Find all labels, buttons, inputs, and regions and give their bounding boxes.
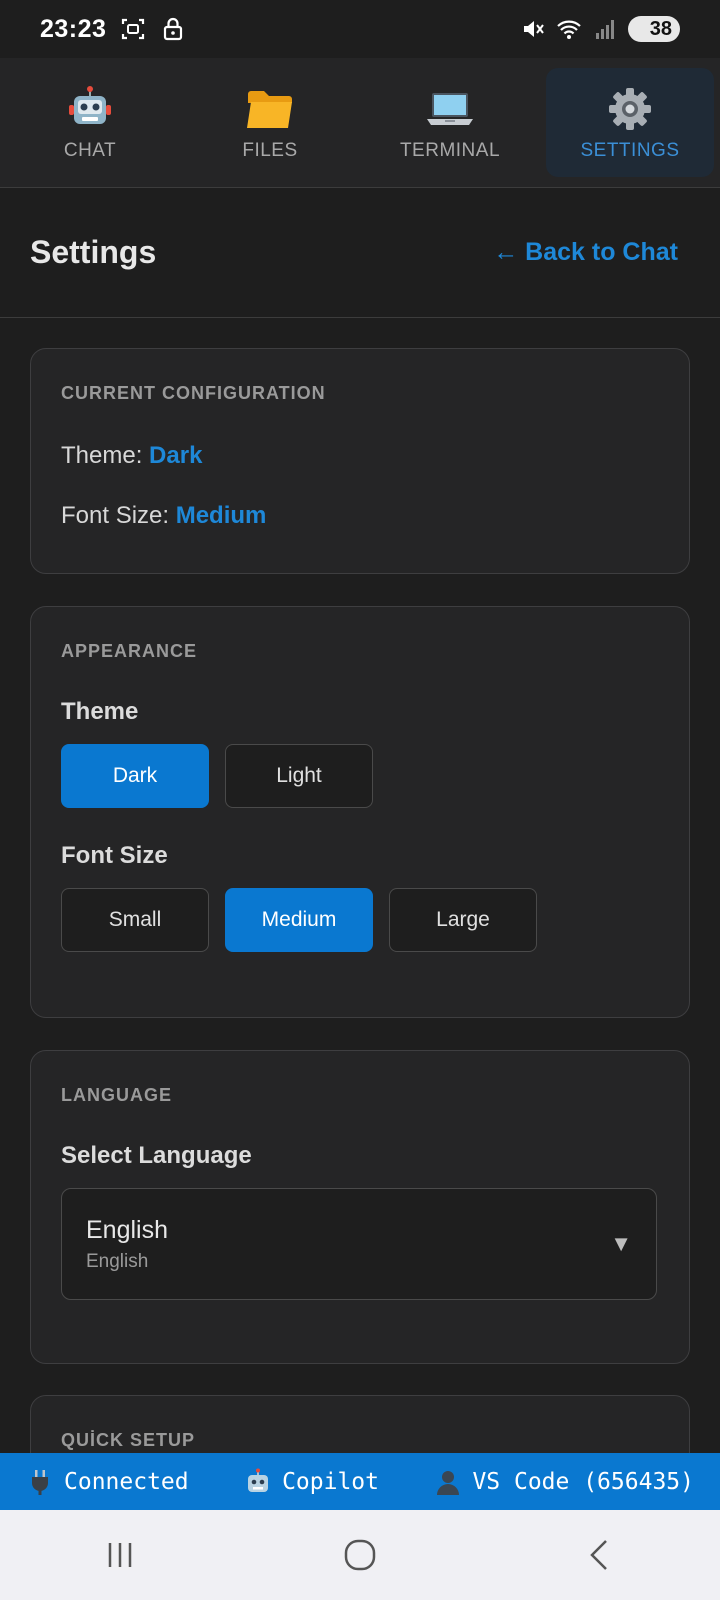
font-medium-button[interactable]: Medium: [225, 888, 373, 952]
gear-icon: [605, 84, 655, 134]
card-title: APPEARANCE: [61, 641, 198, 661]
signal-icon: [596, 20, 614, 39]
theme-light-button[interactable]: Light: [225, 744, 373, 808]
current-theme-row: Theme: Dark: [61, 442, 659, 470]
language-selected-name: English: [86, 1215, 168, 1244]
tab-settings[interactable]: SETTINGS: [546, 68, 714, 177]
connection-status-bar: Connected Copilot VS Code (656435): [0, 1453, 720, 1510]
recent-apps-icon[interactable]: [100, 1535, 140, 1575]
back-to-chat-link[interactable]: ← Back to Chat: [493, 238, 678, 267]
card-title: QUİCK SETUP: [61, 1430, 196, 1450]
plug-icon: [32, 1469, 48, 1495]
settings-header: Settings ← Back to Chat: [0, 188, 720, 318]
language-select[interactable]: English English ▼: [61, 1188, 657, 1300]
card-title: LANGUAGE: [61, 1085, 172, 1105]
agent-status: Copilot: [244, 1468, 379, 1496]
current-configuration-card: CURRENT CONFIGURATION Theme: Dark Font S…: [30, 348, 690, 574]
tab-chat[interactable]: CHAT: [6, 68, 174, 177]
lock-icon: [164, 17, 183, 41]
theme-label: Theme: [61, 698, 139, 725]
agent-label: Copilot: [282, 1468, 379, 1495]
current-theme-value: Dark: [149, 442, 203, 469]
theme-dark-button[interactable]: Dark: [61, 744, 209, 808]
dropdown-arrow-icon: ▼: [610, 1231, 632, 1256]
card-title: CURRENT CONFIGURATION: [61, 383, 326, 403]
font-size-options: Small Medium Large: [61, 888, 659, 952]
back-icon[interactable]: [580, 1535, 620, 1575]
robot-icon: [248, 1468, 269, 1492]
battery-level: 38: [649, 17, 672, 40]
current-theme-label: Theme:: [61, 442, 143, 469]
connection-status: Connected: [26, 1468, 189, 1496]
tab-files-label: FILES: [242, 139, 298, 161]
font-large-button[interactable]: Large: [389, 888, 537, 952]
current-font-value: Medium: [175, 502, 267, 529]
tab-terminal-label: TERMINAL: [399, 139, 501, 161]
battery-indicator: 38: [628, 16, 680, 42]
status-time: 23:23: [40, 14, 107, 43]
current-font-row: Font Size: Medium: [61, 502, 659, 530]
folder-icon: [245, 84, 295, 134]
mute-icon: [524, 21, 544, 37]
select-language-label: Select Language: [61, 1142, 252, 1169]
connection-label: Connected: [64, 1468, 189, 1495]
tab-terminal[interactable]: TERMINAL: [366, 68, 534, 177]
android-navigation-bar: [0, 1510, 720, 1600]
tab-settings-label: SETTINGS: [580, 139, 680, 161]
current-font-label: Font Size:: [61, 502, 170, 529]
home-icon[interactable]: [340, 1535, 380, 1575]
system-status-bar: 23:23 38: [0, 0, 720, 58]
appearance-card: APPEARANCE Theme Dark Light Font Size Sm…: [30, 606, 690, 1018]
client-status: VS Code (656435): [434, 1468, 694, 1496]
laptop-icon: [425, 84, 475, 134]
font-small-button[interactable]: Small: [61, 888, 209, 952]
user-icon: [437, 1470, 460, 1495]
language-card: LANGUAGE Select Language English English…: [30, 1050, 690, 1364]
tab-files[interactable]: FILES: [186, 68, 354, 177]
page-title: Settings: [30, 234, 157, 270]
font-size-label: Font Size: [61, 842, 168, 869]
language-selected-native: English: [86, 1250, 149, 1272]
tab-chat-label: CHAT: [63, 139, 117, 161]
robot-icon: [65, 84, 115, 134]
top-tab-bar: CHAT FILES TERMINAL SETTINGS: [0, 58, 720, 188]
wifi-icon: [557, 20, 581, 39]
screenshot-icon: [122, 18, 145, 40]
client-label: VS Code (656435): [472, 1468, 694, 1495]
theme-options: Dark Light: [61, 744, 659, 808]
